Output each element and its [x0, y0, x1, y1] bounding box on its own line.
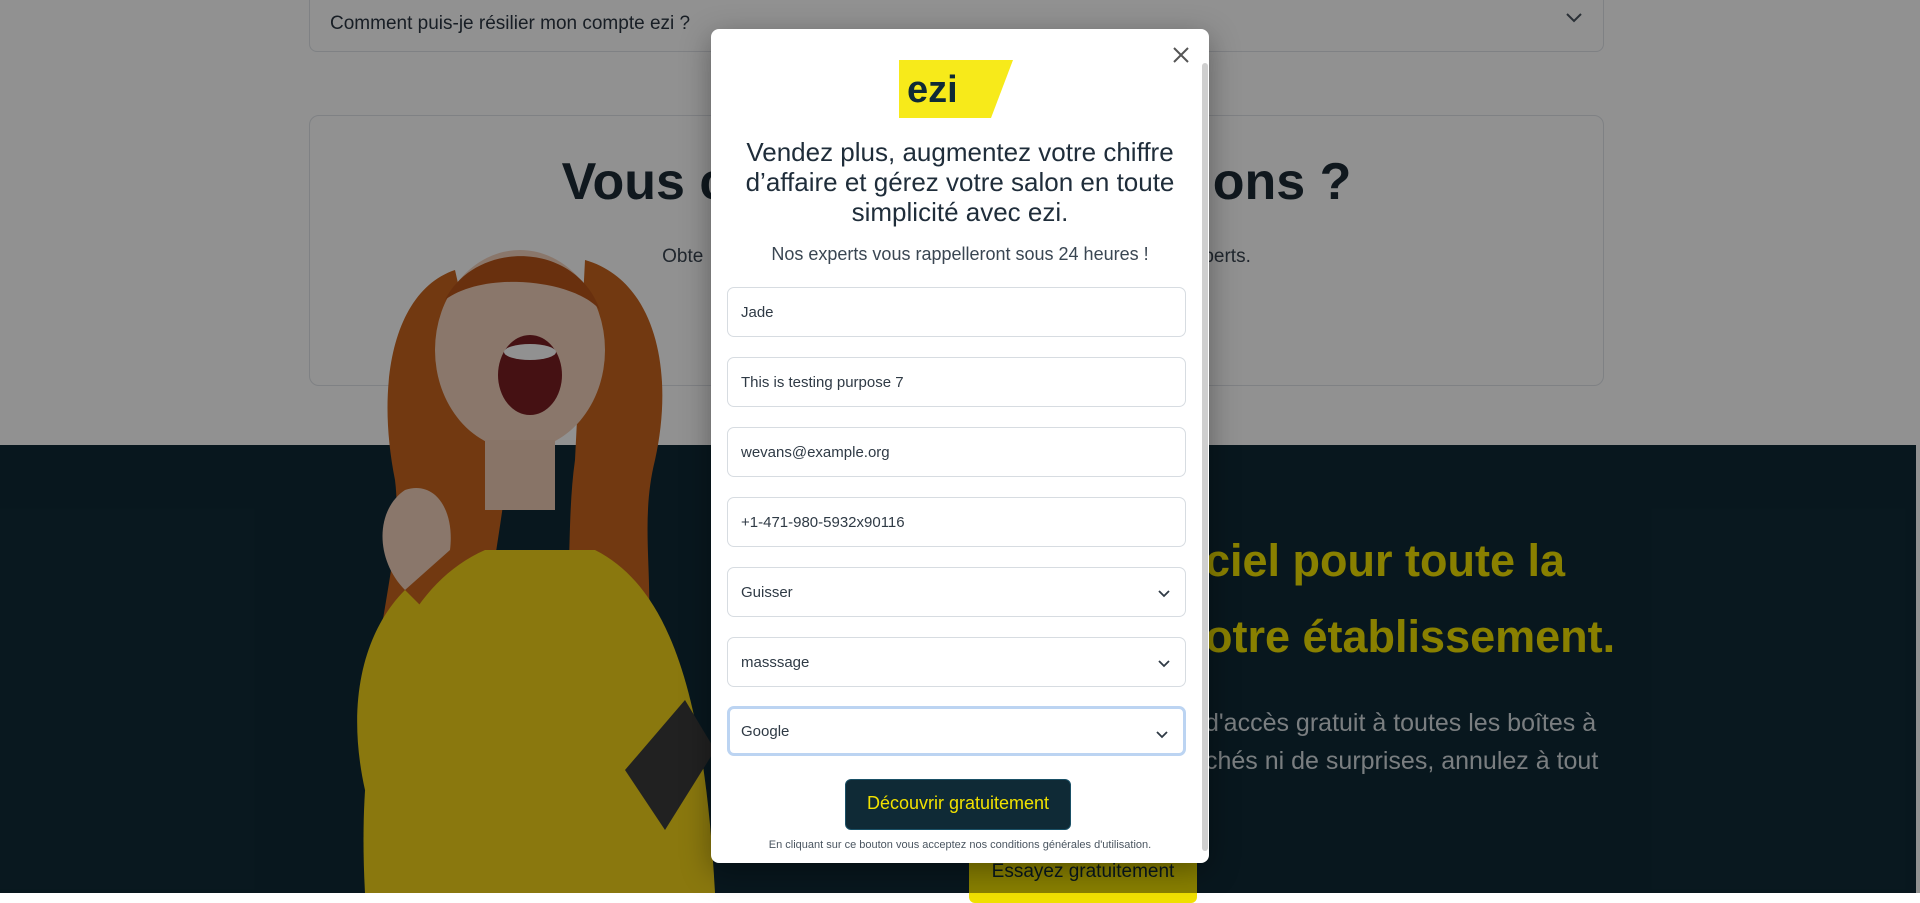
discover-free-button[interactable]: Découvrir gratuitement	[845, 779, 1071, 830]
first-name-value: Jade	[741, 304, 774, 321]
last-name-value: This is testing purpose 7	[741, 374, 904, 391]
modal-subline: Nos experts vous rappelleront sous 24 he…	[771, 244, 1149, 264]
phone-field[interactable]: +1-471-980-5932x90116	[727, 497, 1186, 547]
country-select[interactable]: Guisser	[727, 567, 1186, 617]
chevron-down-icon	[1155, 727, 1169, 745]
modal-scrollbar[interactable]	[1202, 63, 1208, 851]
country-value: Guisser	[741, 584, 793, 601]
modal-headline: Vendez plus, augmentez votre chiffre d’a…	[745, 137, 1175, 227]
close-button[interactable]	[1167, 41, 1195, 69]
legal-notice: En cliquant sur ce bouton vous acceptez …	[768, 839, 1152, 851]
activity-value: masssage	[741, 654, 810, 671]
close-icon	[1173, 47, 1189, 63]
logo-text: ezi	[907, 69, 958, 111]
last-name-field[interactable]: This is testing purpose 7	[727, 357, 1186, 407]
chevron-down-icon	[1157, 586, 1171, 604]
activity-select[interactable]: masssage	[727, 637, 1186, 687]
email-value: wevans@example.org	[741, 444, 890, 461]
phone-value: +1-471-980-5932x90116	[741, 514, 905, 531]
source-select[interactable]: Google	[727, 706, 1186, 756]
ezi-logo: ezi	[899, 60, 1013, 118]
signup-modal: ezi Vendez plus, augmentez votre chiffre…	[711, 29, 1209, 863]
chevron-down-icon	[1157, 656, 1171, 674]
email-field[interactable]: wevans@example.org	[727, 427, 1186, 477]
source-value: Google	[741, 723, 790, 740]
first-name-field[interactable]: Jade	[727, 287, 1186, 337]
